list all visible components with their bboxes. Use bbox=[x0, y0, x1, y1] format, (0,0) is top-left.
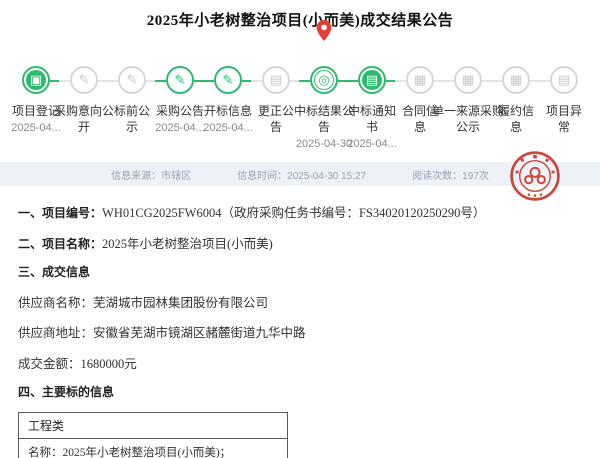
step-connector-left bbox=[203, 80, 214, 82]
clipboard-pencil-icon[interactable]: ✎ bbox=[214, 66, 242, 94]
clipboard-pencil-icon[interactable]: ✎ bbox=[118, 66, 146, 94]
supplier-name-line: 供应商名称：芜湖城市园林集团股份有限公司 bbox=[18, 292, 582, 311]
deal-info-heading: 三、成交信息 bbox=[18, 263, 582, 280]
step-connector-left bbox=[155, 80, 166, 82]
supplier-address-line: 供应商地址：安徽省芜湖市镜湖区赭麓街道九华中路 bbox=[18, 322, 582, 341]
step-label[interactable]: 中标通知 书 bbox=[348, 103, 396, 135]
building-icon[interactable]: ▦ bbox=[454, 66, 482, 94]
subject-table-header: 工程类 bbox=[19, 413, 287, 439]
step-label[interactable]: 项目异 常 bbox=[546, 103, 582, 135]
stepper-step-building: ▦ 单一来源采购 公示 bbox=[444, 42, 492, 150]
step-connector-left bbox=[491, 80, 502, 82]
briefcase-icon[interactable]: ▣ bbox=[22, 66, 50, 94]
step-label[interactable]: 更正公 告 bbox=[258, 103, 294, 135]
step-label[interactable]: 标前公 示 bbox=[114, 103, 150, 135]
subject-table-row: 名称：2025年小老树整治项目(小而美)； bbox=[28, 444, 278, 458]
stepper-step-notice-document: ▤ 中标通知 书 2025-04... bbox=[348, 42, 396, 150]
stepper-step-target: ◎ 中标结果公 告 2025-04-30 bbox=[300, 42, 348, 150]
stepper-step-clipboard-pencil: ✎ 开标信息 2025-04... bbox=[204, 42, 252, 150]
step-date: 2025-04... bbox=[155, 122, 205, 134]
info-source: 信息来源：市辖区 bbox=[111, 167, 191, 182]
target-icon[interactable]: ◎ bbox=[310, 66, 338, 94]
stepper-step-clipboard-pencil: ✎ 标前公 示 bbox=[108, 42, 156, 150]
building-icon[interactable]: ▦ bbox=[502, 66, 530, 94]
project-number-line: 一、项目编号：WH01CG2025FW6004（政府采购任务书编号：FS3402… bbox=[18, 202, 582, 221]
subject-info-table: 工程类 名称：2025年小老树整治项目(小而美)；施工范围:2025年小老树整治… bbox=[18, 412, 288, 458]
step-date: 2025-04-30 bbox=[296, 138, 352, 150]
procurement-stepper: ▣ 项目登记 2025-04... ✎ 采购意向公 开 bbox=[0, 40, 600, 150]
step-connector-left bbox=[443, 80, 454, 82]
info-views: 阅读次数：197次 bbox=[412, 167, 489, 182]
step-label[interactable]: 采购公告 bbox=[156, 103, 204, 119]
current-step-pin-icon bbox=[317, 20, 332, 41]
building-icon[interactable]: ▦ bbox=[406, 66, 434, 94]
page-title: 2025年小老树整治项目(小而美)成交结果公告 bbox=[0, 0, 600, 30]
stepper-step-clipboard-pencil: ✎ 采购意向公 开 bbox=[60, 42, 108, 150]
clipboard-pencil-icon[interactable]: ✎ bbox=[70, 66, 98, 94]
subject-info-heading: 四、主要标的信息 bbox=[18, 383, 582, 400]
notice-card-icon[interactable]: ▤ bbox=[262, 66, 290, 94]
info-time: 信息时间：2025-04-30 15:27 bbox=[237, 167, 366, 182]
step-connector-left bbox=[59, 80, 70, 82]
step-label[interactable]: 中标结果公 告 bbox=[294, 103, 354, 135]
step-connector-left bbox=[299, 80, 310, 82]
step-label[interactable]: 履约信 息 bbox=[498, 103, 534, 135]
stepper-step-document: ▤ 项目异 常 bbox=[540, 42, 588, 150]
stepper-step-clipboard-pencil: ✎ 采购公告 2025-04... bbox=[156, 42, 204, 150]
step-connector-left bbox=[395, 80, 406, 82]
stepper-step-building: ▦ 履约信 息 bbox=[492, 42, 540, 150]
step-label[interactable]: 开标信息 bbox=[204, 103, 252, 119]
stepper-step-briefcase: ▣ 项目登记 2025-04... bbox=[12, 42, 60, 150]
announcement-body: 一、项目编号：WH01CG2025FW6004（政府采购任务书编号：FS3402… bbox=[0, 186, 600, 458]
step-date: 2025-04... bbox=[347, 138, 397, 150]
document-icon[interactable]: ▤ bbox=[550, 66, 578, 94]
step-connector-left bbox=[107, 80, 118, 82]
step-connector-left bbox=[251, 80, 262, 82]
official-red-seal bbox=[508, 148, 562, 204]
subject-table-body: 名称：2025年小老树整治项目(小而美)；施工范围:2025年小老树整治项目(小… bbox=[19, 439, 287, 458]
info-bar: 信息来源：市辖区 信息时间：2025-04-30 15:27 阅读次数：197次 bbox=[0, 162, 600, 186]
clipboard-pencil-icon[interactable]: ✎ bbox=[166, 66, 194, 94]
stepper-step-notice-card: ▤ 更正公 告 bbox=[252, 42, 300, 150]
step-date: 2025-04... bbox=[203, 122, 253, 134]
project-name-line: 二、项目名称：2025年小老树整治项目(小而美) bbox=[18, 233, 582, 252]
step-label[interactable]: 采购意向公 开 bbox=[54, 103, 114, 135]
step-label[interactable]: 项目登记 bbox=[12, 103, 60, 119]
step-connector-left bbox=[539, 80, 550, 82]
step-connector-left bbox=[347, 80, 358, 82]
notice-document-icon[interactable]: ▤ bbox=[358, 66, 386, 94]
deal-amount-line: 成交金额：1680000元 bbox=[18, 353, 582, 372]
